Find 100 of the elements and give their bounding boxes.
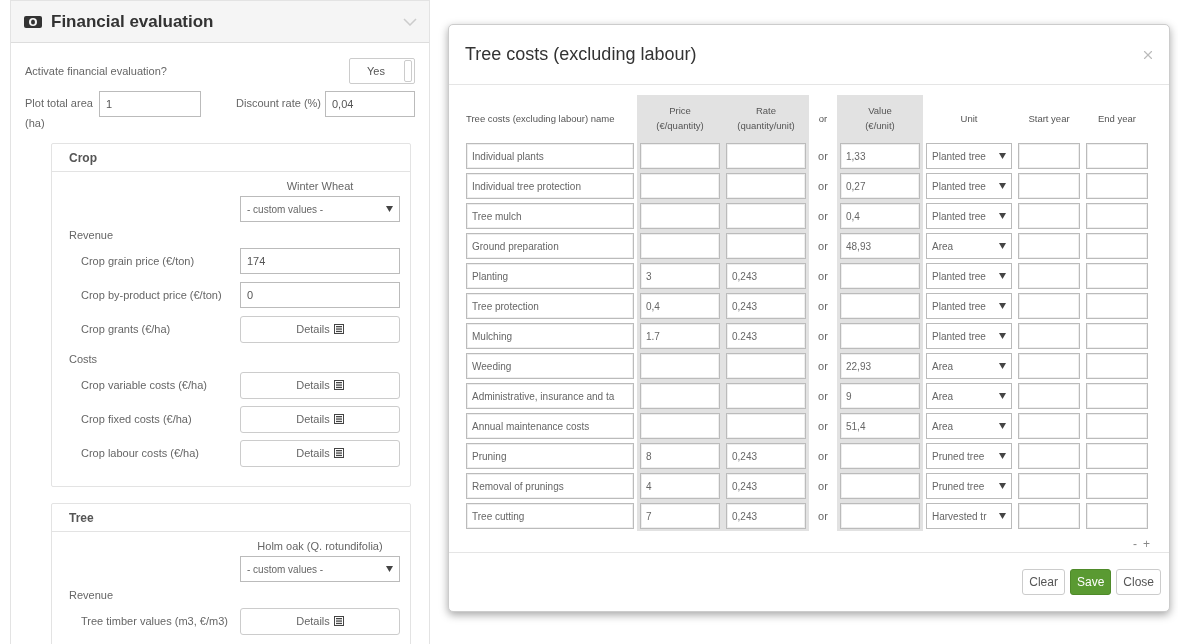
name-field[interactable]: Annual maintenance costs [466,413,634,439]
value-field[interactable]: 1,33 [840,143,920,169]
start-year-field[interactable] [1018,173,1080,199]
name-field[interactable]: Weeding [466,353,634,379]
rate-field[interactable] [726,203,806,229]
value-field[interactable]: 0,27 [840,173,920,199]
price-field[interactable]: 8 [640,443,720,469]
value-field[interactable] [840,443,920,469]
start-year-field[interactable] [1018,233,1080,259]
price-field[interactable] [640,143,720,169]
unit-select[interactable]: Planted tree [926,173,1012,199]
remove-row-button[interactable]: - [1132,537,1138,551]
discount-rate-field[interactable]: 0,04 [325,91,415,117]
rate-field[interactable] [726,143,806,169]
add-row-button[interactable]: + [1142,537,1151,551]
unit-select[interactable]: Planted tree [926,323,1012,349]
details-button[interactable]: Details [240,439,400,467]
value-field[interactable]: 0,4 [840,203,920,229]
unit-select[interactable]: Area [926,383,1012,409]
name-field[interactable]: Ground preparation [466,233,634,259]
dialog-button[interactable]: Close [1116,569,1161,595]
name-field[interactable]: Removal of prunings [466,473,634,499]
unit-select[interactable]: Area [926,353,1012,379]
price-field[interactable] [640,383,720,409]
price-field[interactable]: 1.7 [640,323,720,349]
panel-header[interactable]: Financial evaluation [11,1,429,43]
save-button[interactable]: Save [1069,569,1112,595]
unit-select[interactable]: Planted tree [926,143,1012,169]
price-field[interactable]: 0,4 [640,293,720,319]
price-field[interactable]: 3 [640,263,720,289]
unit-select[interactable]: Planted tree [926,293,1012,319]
unit-select[interactable]: Area [926,413,1012,439]
end-year-field[interactable] [1086,293,1148,319]
rate-field[interactable] [726,173,806,199]
details-button[interactable]: Details [240,315,400,343]
price-field[interactable] [640,353,720,379]
start-year-field[interactable] [1018,143,1080,169]
end-year-field[interactable] [1086,203,1148,229]
price-field[interactable] [640,233,720,259]
name-field[interactable]: Planting [466,263,634,289]
start-year-field[interactable] [1018,413,1080,439]
name-field[interactable]: Mulching [466,323,634,349]
unit-select[interactable]: Planted tree [926,263,1012,289]
price-field[interactable]: 4 [640,473,720,499]
name-field[interactable]: Individual tree protection [466,173,634,199]
rate-field[interactable] [726,383,806,409]
start-year-field[interactable] [1018,263,1080,289]
unit-select[interactable]: Planted tree [926,203,1012,229]
price-field[interactable]: 7 [640,503,720,529]
unit-select[interactable]: Pruned tree [926,473,1012,499]
value-field[interactable] [840,503,920,529]
start-year-field[interactable] [1018,353,1080,379]
name-field[interactable]: Pruning [466,443,634,469]
rate-field[interactable]: 0.243 [726,323,806,349]
end-year-field[interactable] [1086,323,1148,349]
value-field[interactable]: 22,93 [840,353,920,379]
price-field[interactable] [640,203,720,229]
rate-field[interactable]: 0,243 [726,293,806,319]
name-field[interactable]: Tree protection [466,293,634,319]
value-field[interactable]: 51,4 [840,413,920,439]
dialog-button[interactable]: Clear [1022,569,1065,595]
start-year-field[interactable] [1018,503,1080,529]
rate-field[interactable]: 0,243 [726,473,806,499]
start-year-field[interactable] [1018,383,1080,409]
start-year-field[interactable] [1018,443,1080,469]
name-field[interactable]: Individual plants [466,143,634,169]
toggle-switch[interactable]: Yes [349,58,415,84]
value-field[interactable]: 174 [240,248,400,274]
details-button[interactable]: Details [240,371,400,399]
rate-field[interactable] [726,233,806,259]
rate-field[interactable]: 0,243 [726,503,806,529]
value-field[interactable]: 48,93 [840,233,920,259]
start-year-field[interactable] [1018,293,1080,319]
start-year-field[interactable] [1018,473,1080,499]
unit-select[interactable]: Pruned tree [926,443,1012,469]
start-year-field[interactable] [1018,203,1080,229]
end-year-field[interactable] [1086,503,1148,529]
name-field[interactable]: Tree mulch [466,203,634,229]
end-year-field[interactable] [1086,473,1148,499]
end-year-field[interactable] [1086,143,1148,169]
end-year-field[interactable] [1086,413,1148,439]
end-year-field[interactable] [1086,383,1148,409]
price-field[interactable] [640,173,720,199]
price-field[interactable] [640,413,720,439]
unit-select[interactable]: Area [926,233,1012,259]
end-year-field[interactable] [1086,173,1148,199]
name-field[interactable]: Tree cutting [466,503,634,529]
species-select[interactable]: - custom values - [240,556,400,582]
start-year-field[interactable] [1018,323,1080,349]
unit-select[interactable]: Harvested tr [926,503,1012,529]
rate-field[interactable] [726,413,806,439]
end-year-field[interactable] [1086,263,1148,289]
end-year-field[interactable] [1086,353,1148,379]
details-button[interactable]: Details [240,607,400,635]
rate-field[interactable] [726,353,806,379]
value-field[interactable] [840,323,920,349]
rate-field[interactable]: 0,243 [726,263,806,289]
details-button[interactable]: Details [240,405,400,433]
plot-area-field[interactable]: 1 [99,91,201,117]
end-year-field[interactable] [1086,233,1148,259]
